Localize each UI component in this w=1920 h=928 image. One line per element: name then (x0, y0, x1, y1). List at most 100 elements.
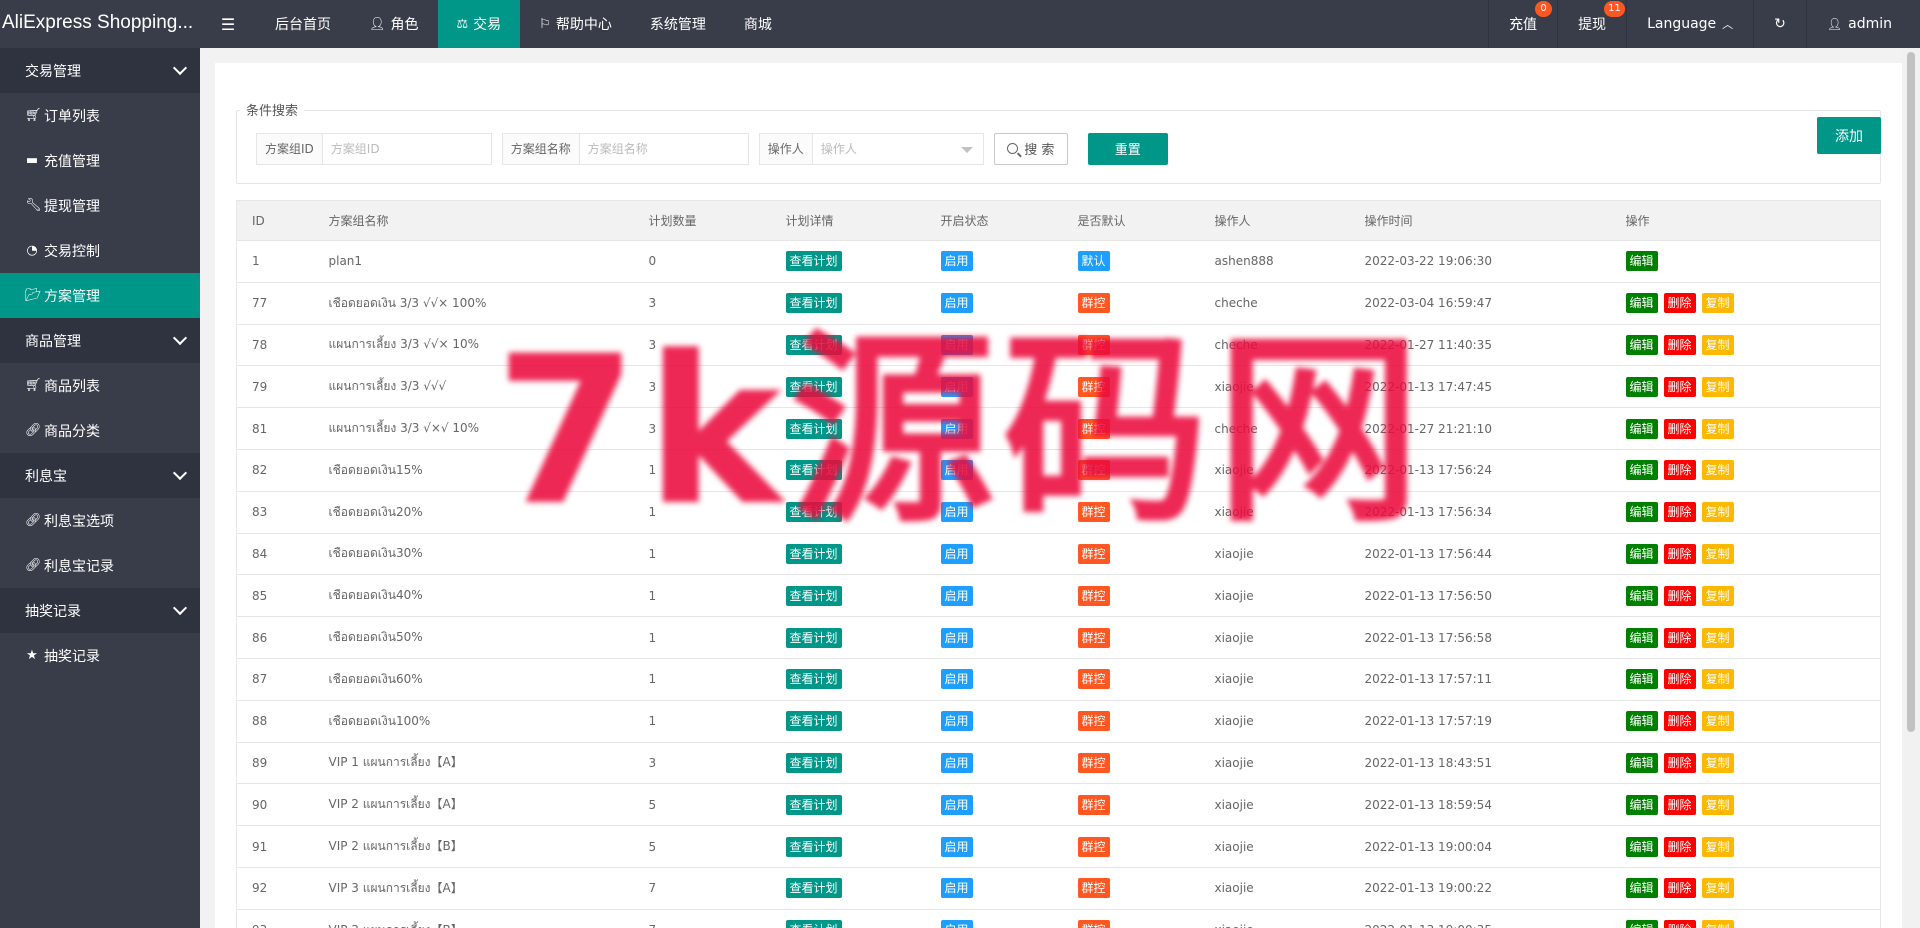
delete-button[interactable]: 删除 (1663, 460, 1696, 481)
sidebar-item-trade-control[interactable]: ◔ 交易控制 (0, 228, 200, 273)
group-control-badge[interactable]: 群控 (1077, 669, 1110, 690)
scroll-thumb[interactable] (1907, 52, 1915, 732)
sidebar-item-recharge[interactable]: ▬ 充值管理 (0, 138, 200, 183)
copy-button[interactable]: 复制 (1701, 836, 1734, 857)
edit-button[interactable]: 编辑 (1625, 585, 1658, 606)
copy-button[interactable]: 复制 (1701, 627, 1734, 648)
edit-button[interactable]: 编辑 (1625, 752, 1658, 773)
copy-button[interactable]: 复制 (1701, 418, 1734, 439)
delete-button[interactable]: 删除 (1663, 920, 1696, 928)
group-control-badge[interactable]: 群控 (1077, 293, 1110, 314)
menu-toggle-icon[interactable]: ☰ (200, 0, 256, 48)
edit-button[interactable]: 编辑 (1625, 460, 1658, 481)
view-plan-button[interactable]: 查看计划 (785, 334, 842, 355)
edit-button[interactable]: 编辑 (1625, 669, 1658, 690)
delete-button[interactable]: 删除 (1663, 711, 1696, 732)
status-enabled-badge[interactable]: 启用 (940, 376, 973, 397)
edit-button[interactable]: 编辑 (1625, 376, 1658, 397)
status-enabled-badge[interactable]: 启用 (940, 334, 973, 355)
view-plan-button[interactable]: 查看计划 (785, 502, 842, 523)
sidebar-item-goods-category[interactable]: 🔗︎ 商品分类 (0, 408, 200, 453)
delete-button[interactable]: 删除 (1663, 376, 1696, 397)
nav-item-system[interactable]: 系统管理 (631, 0, 725, 48)
withdraw-link[interactable]: 提现 11 (1557, 0, 1626, 48)
group-control-badge[interactable]: 群控 (1077, 460, 1110, 481)
group-control-badge[interactable]: 群控 (1077, 585, 1110, 606)
delete-button[interactable]: 删除 (1663, 293, 1696, 314)
nav-item-role[interactable]: 👤︎ 角色 (350, 0, 438, 48)
group-control-badge[interactable]: 群控 (1077, 752, 1110, 773)
operator-select[interactable]: 操作人 (813, 134, 983, 164)
group-control-badge[interactable]: 群控 (1077, 418, 1110, 439)
copy-button[interactable]: 复制 (1701, 920, 1734, 928)
view-plan-button[interactable]: 查看计划 (785, 293, 842, 314)
status-enabled-badge[interactable]: 启用 (940, 460, 973, 481)
view-plan-button[interactable]: 查看计划 (785, 752, 842, 773)
copy-button[interactable]: 复制 (1701, 669, 1734, 690)
copy-button[interactable]: 复制 (1701, 878, 1734, 899)
sidebar-group-interest[interactable]: 利息宝 (0, 453, 200, 498)
sidebar-item-orders[interactable]: 🛒︎ 订单列表 (0, 93, 200, 138)
delete-button[interactable]: 删除 (1663, 585, 1696, 606)
sidebar-group-trade[interactable]: 交易管理 (0, 48, 200, 93)
sidebar-item-interest-records[interactable]: 🔗︎ 利息宝记录 (0, 543, 200, 588)
copy-button[interactable]: 复制 (1701, 543, 1734, 564)
status-enabled-badge[interactable]: 启用 (940, 251, 973, 272)
view-plan-button[interactable]: 查看计划 (785, 920, 842, 928)
sidebar-group-lottery[interactable]: 抽奖记录 (0, 588, 200, 633)
edit-button[interactable]: 编辑 (1625, 794, 1658, 815)
view-plan-button[interactable]: 查看计划 (785, 627, 842, 648)
group-control-badge[interactable]: 群控 (1077, 543, 1110, 564)
copy-button[interactable]: 复制 (1701, 502, 1734, 523)
status-enabled-badge[interactable]: 启用 (940, 711, 973, 732)
copy-button[interactable]: 复制 (1701, 460, 1734, 481)
status-enabled-badge[interactable]: 启用 (940, 293, 973, 314)
default-badge[interactable]: 默认 (1077, 251, 1110, 272)
group-control-badge[interactable]: 群控 (1077, 334, 1110, 355)
edit-button[interactable]: 编辑 (1625, 878, 1658, 899)
view-plan-button[interactable]: 查看计划 (785, 669, 842, 690)
scrollbar[interactable] (1902, 48, 1920, 928)
edit-button[interactable]: 编辑 (1625, 627, 1658, 648)
delete-button[interactable]: 删除 (1663, 878, 1696, 899)
sidebar-group-goods[interactable]: 商品管理 (0, 318, 200, 363)
delete-button[interactable]: 删除 (1663, 836, 1696, 857)
view-plan-button[interactable]: 查看计划 (785, 711, 842, 732)
edit-button[interactable]: 编辑 (1625, 334, 1658, 355)
group-control-badge[interactable]: 群控 (1077, 376, 1110, 397)
edit-button[interactable]: 编辑 (1625, 418, 1658, 439)
delete-button[interactable]: 删除 (1663, 752, 1696, 773)
copy-button[interactable]: 复制 (1701, 585, 1734, 606)
edit-button[interactable]: 编辑 (1625, 293, 1658, 314)
status-enabled-badge[interactable]: 启用 (940, 794, 973, 815)
group-control-badge[interactable]: 群控 (1077, 794, 1110, 815)
status-enabled-badge[interactable]: 启用 (940, 418, 973, 439)
status-enabled-badge[interactable]: 启用 (940, 752, 973, 773)
view-plan-button[interactable]: 查看计划 (785, 460, 842, 481)
refresh-button[interactable]: ↻ (1753, 0, 1806, 48)
status-enabled-badge[interactable]: 启用 (940, 878, 973, 899)
sidebar-item-plans[interactable]: 📂︎ 方案管理 (0, 273, 200, 318)
status-enabled-badge[interactable]: 启用 (940, 920, 973, 928)
language-dropdown[interactable]: Language ︿ (1626, 0, 1753, 48)
reset-button[interactable]: 重置 (1087, 132, 1168, 165)
nav-item-home[interactable]: 后台首页 (256, 0, 350, 48)
status-enabled-badge[interactable]: 启用 (940, 669, 973, 690)
delete-button[interactable]: 删除 (1663, 543, 1696, 564)
view-plan-button[interactable]: 查看计划 (785, 543, 842, 564)
delete-button[interactable]: 删除 (1663, 794, 1696, 815)
add-button[interactable]: 添加 (1817, 117, 1881, 154)
sidebar-item-interest-options[interactable]: 🔗︎ 利息宝选项 (0, 498, 200, 543)
group-control-badge[interactable]: 群控 (1077, 836, 1110, 857)
edit-button[interactable]: 编辑 (1625, 251, 1658, 272)
sidebar-item-goods-list[interactable]: 🛒︎ 商品列表 (0, 363, 200, 408)
view-plan-button[interactable]: 查看计划 (785, 418, 842, 439)
copy-button[interactable]: 复制 (1701, 293, 1734, 314)
delete-button[interactable]: 删除 (1663, 418, 1696, 439)
sidebar-item-withdraw[interactable]: 🔧︎ 提现管理 (0, 183, 200, 228)
edit-button[interactable]: 编辑 (1625, 543, 1658, 564)
group-control-badge[interactable]: 群控 (1077, 627, 1110, 648)
view-plan-button[interactable]: 查看计划 (785, 251, 842, 272)
user-menu[interactable]: 👤︎ admin (1805, 0, 1920, 48)
delete-button[interactable]: 删除 (1663, 627, 1696, 648)
